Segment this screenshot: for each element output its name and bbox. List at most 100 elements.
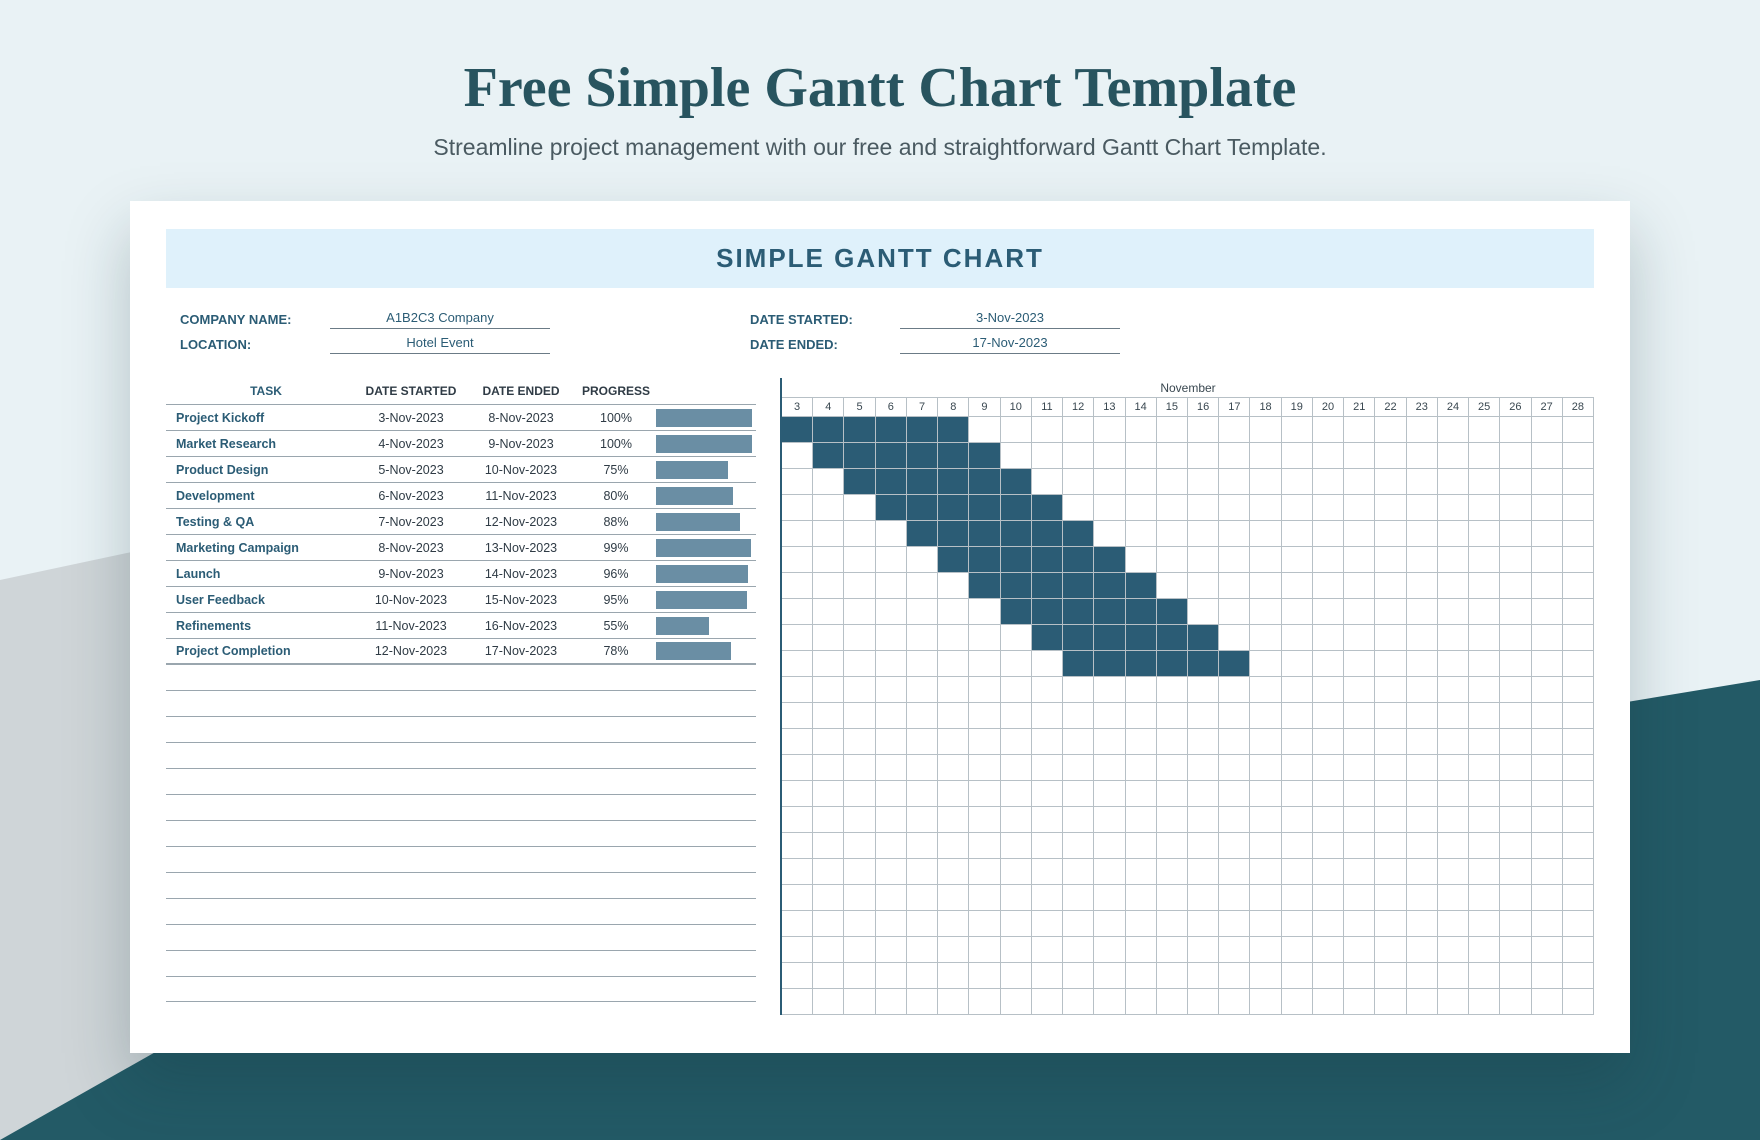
gantt-cell	[1532, 989, 1563, 1015]
gantt-cell	[1532, 729, 1563, 755]
gantt-cell	[969, 755, 1000, 781]
gantt-cell	[1157, 469, 1188, 495]
gantt-cell	[1469, 729, 1500, 755]
gantt-cell	[1469, 911, 1500, 937]
gantt-cell	[1063, 495, 1094, 521]
gantt-cell	[1282, 963, 1313, 989]
gantt-cell	[1219, 417, 1250, 443]
gantt-cell	[813, 599, 844, 625]
gantt-cell	[1344, 547, 1375, 573]
gantt-month: November	[782, 378, 1594, 398]
gantt-cell	[969, 807, 1000, 833]
gantt-cell	[1532, 625, 1563, 651]
gantt-cell	[876, 469, 907, 495]
gantt-cell	[1375, 547, 1406, 573]
gantt-cell	[1032, 625, 1063, 651]
gantt-cell	[1126, 963, 1157, 989]
gantt-cell	[1500, 729, 1531, 755]
location-value: Hotel Event	[330, 335, 550, 354]
progress-bar	[656, 458, 756, 482]
gantt-cell	[1219, 651, 1250, 677]
gantt-cell	[1219, 443, 1250, 469]
gantt-cell	[1188, 911, 1219, 937]
gantt-cell	[1001, 443, 1032, 469]
gantt-cell	[1157, 833, 1188, 859]
gantt-cell	[876, 521, 907, 547]
gantt-day: 19	[1282, 398, 1313, 417]
gantt-cell	[1032, 495, 1063, 521]
gantt-cell	[1126, 677, 1157, 703]
gantt-cell	[1438, 729, 1469, 755]
gantt-cell	[1563, 781, 1594, 807]
gantt-cell	[1157, 937, 1188, 963]
gantt-cell	[1001, 469, 1032, 495]
gantt-cell	[1500, 599, 1531, 625]
task-progress: 100%	[576, 437, 656, 451]
gantt-cell	[1032, 677, 1063, 703]
table-row: Testing & QA7-Nov-202312-Nov-202388%	[166, 508, 756, 534]
gantt-cell	[1032, 963, 1063, 989]
gantt-cell	[1469, 781, 1500, 807]
gantt-cell	[1532, 781, 1563, 807]
page-subtitle: Streamline project management with our f…	[0, 134, 1760, 161]
gantt-cell	[1438, 989, 1469, 1015]
gantt-cell	[1188, 807, 1219, 833]
gantt-cell	[1375, 885, 1406, 911]
gantt-cell	[813, 937, 844, 963]
gantt-cell	[1313, 963, 1344, 989]
gantt-cell	[782, 859, 813, 885]
task-start: 4-Nov-2023	[356, 437, 466, 451]
gantt-cell	[1094, 573, 1125, 599]
gantt-cell	[1438, 911, 1469, 937]
gantt-cell	[1563, 989, 1594, 1015]
gantt-cell	[1032, 417, 1063, 443]
gantt-row	[782, 573, 1594, 599]
gantt-cell	[1063, 417, 1094, 443]
gantt-cell	[844, 911, 875, 937]
gantt-cell	[907, 417, 938, 443]
gantt-cell	[1063, 573, 1094, 599]
table-row-empty	[166, 872, 756, 898]
gantt-cell	[813, 651, 844, 677]
gantt-cell	[1438, 781, 1469, 807]
task-start: 11-Nov-2023	[356, 619, 466, 633]
gantt-cell	[1219, 989, 1250, 1015]
gantt-row	[782, 443, 1594, 469]
gantt-day: 14	[1126, 398, 1157, 417]
gantt-row	[782, 547, 1594, 573]
gantt-day: 20	[1313, 398, 1344, 417]
gantt-day: 12	[1063, 398, 1094, 417]
gantt-day: 7	[907, 398, 938, 417]
gantt-cell	[1469, 807, 1500, 833]
gantt-cell	[1063, 547, 1094, 573]
gantt-cell	[1219, 963, 1250, 989]
task-name: User Feedback	[166, 593, 356, 607]
gantt-cell	[1001, 625, 1032, 651]
gantt-cell	[1500, 781, 1531, 807]
gantt-cell	[1188, 937, 1219, 963]
gantt-row-empty	[782, 963, 1594, 989]
gantt-cell	[1126, 469, 1157, 495]
gantt-cell	[1500, 573, 1531, 599]
gantt-cell	[1407, 885, 1438, 911]
gantt-cell	[1063, 781, 1094, 807]
gantt-day: 21	[1344, 398, 1375, 417]
gantt-cell	[1032, 729, 1063, 755]
gantt-cell	[1313, 677, 1344, 703]
gantt-cell	[1532, 651, 1563, 677]
gantt-row	[782, 521, 1594, 547]
gantt-cell	[1219, 599, 1250, 625]
gantt-cell	[1344, 989, 1375, 1015]
task-progress: 75%	[576, 463, 656, 477]
gantt-cell	[938, 651, 969, 677]
table-row-empty	[166, 924, 756, 950]
gantt-cell	[1094, 859, 1125, 885]
gantt-cell	[907, 937, 938, 963]
task-name: Testing & QA	[166, 515, 356, 529]
gantt-cell	[938, 469, 969, 495]
gantt-day: 15	[1157, 398, 1188, 417]
gantt-cell	[969, 469, 1000, 495]
gantt-cell	[782, 937, 813, 963]
gantt-cell	[1157, 495, 1188, 521]
gantt-cell	[782, 651, 813, 677]
